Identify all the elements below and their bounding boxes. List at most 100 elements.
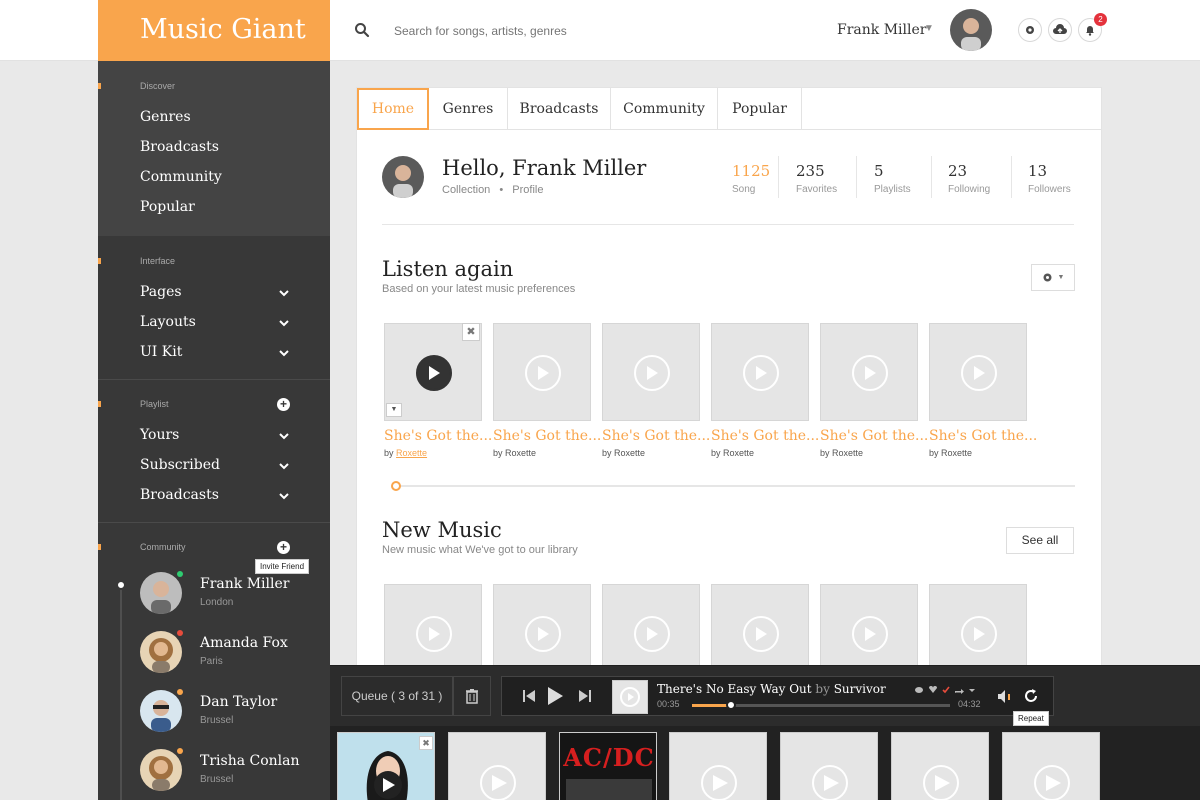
avatar[interactable]	[382, 156, 424, 198]
sidebar-item-popular[interactable]: Popular	[140, 199, 195, 215]
artist-link[interactable]: Roxette	[396, 448, 427, 458]
sidebar-item-community[interactable]: Community	[140, 169, 222, 185]
friend-item[interactable]: Amanda Fox Paris	[140, 630, 320, 681]
carousel-scrollbar[interactable]	[393, 485, 1075, 487]
sidebar-item-yours[interactable]: Yours	[140, 427, 179, 443]
sidebar-item-genres[interactable]: Genres	[140, 109, 191, 125]
chevron-down-icon[interactable]	[278, 462, 290, 470]
artist-link[interactable]: Roxette	[505, 448, 536, 458]
album-tile[interactable]	[820, 323, 918, 421]
album-tile[interactable]	[493, 323, 591, 421]
sidebar-item-broadcasts-playlist[interactable]: Broadcasts	[140, 487, 219, 503]
queue-button[interactable]: Queue ( 3 of 31 )	[341, 676, 453, 716]
sidebar-item-broadcasts[interactable]: Broadcasts	[140, 139, 219, 155]
play-icon[interactable]	[525, 355, 561, 391]
cloud-upload-icon[interactable]	[1048, 18, 1072, 42]
album-tile[interactable]	[929, 323, 1027, 421]
stat-playlists[interactable]: 5 Playlists	[874, 162, 911, 202]
tab-community[interactable]: Community	[611, 88, 718, 130]
queue-tile[interactable]	[448, 732, 546, 800]
settings-dropdown-button[interactable]: ▼	[1031, 264, 1075, 291]
sidebar-item-layouts[interactable]: Layouts	[140, 314, 196, 330]
user-name[interactable]: Frank Miller	[837, 22, 926, 38]
sidebar-item-pages[interactable]: Pages	[140, 284, 182, 300]
play-icon[interactable]	[852, 355, 888, 391]
now-playing-art[interactable]	[612, 680, 648, 714]
heart-icon[interactable]	[929, 686, 937, 693]
play-icon[interactable]	[416, 616, 452, 652]
chevron-down-icon[interactable]: ▼	[924, 23, 934, 34]
artist-link[interactable]: Roxette	[832, 448, 863, 458]
track-title[interactable]: She's Got the...	[493, 428, 601, 444]
track-name[interactable]: There's No Easy Way Out	[657, 682, 812, 696]
friend-item[interactable]: Frank Miller London	[140, 571, 320, 622]
chevron-down-icon[interactable]	[278, 289, 290, 297]
previous-icon[interactable]	[522, 688, 536, 704]
artist-name[interactable]: Survivor	[834, 682, 886, 696]
play-icon[interactable]	[416, 355, 452, 391]
sidebar-item-subscribed[interactable]: Subscribed	[140, 457, 220, 473]
friend-item[interactable]: Dan Taylor Brussel	[140, 689, 320, 740]
play-icon[interactable]	[743, 355, 779, 391]
close-icon[interactable]: ✖	[462, 323, 480, 341]
tab-genres[interactable]: Genres	[429, 88, 508, 130]
album-tile[interactable]	[602, 323, 700, 421]
share-icon[interactable]	[955, 689, 964, 694]
tab-home[interactable]: Home	[357, 88, 429, 130]
queue-tile[interactable]	[780, 732, 878, 800]
check-icon[interactable]	[942, 686, 950, 694]
gear-icon[interactable]	[1018, 18, 1042, 42]
sidebar-item-ui-kit[interactable]: UI Kit	[140, 344, 182, 360]
see-all-button[interactable]: See all	[1006, 527, 1074, 554]
play-icon[interactable]	[634, 355, 670, 391]
play-icon[interactable]	[961, 355, 997, 391]
stat-followers[interactable]: 13 Followers	[1028, 162, 1071, 202]
stat-following[interactable]: 23 Following	[948, 162, 990, 202]
chevron-down-icon[interactable]	[969, 689, 975, 692]
track-title[interactable]: She's Got the...	[820, 428, 928, 444]
chevron-down-icon[interactable]	[278, 492, 290, 500]
add-playlist-icon[interactable]: +	[277, 398, 290, 411]
artist-link[interactable]: Roxette	[723, 448, 754, 458]
profile-link[interactable]: Profile	[512, 184, 543, 196]
comment-icon[interactable]	[915, 687, 923, 693]
next-icon[interactable]	[578, 688, 592, 704]
search-input[interactable]	[384, 18, 744, 44]
scrollbar-thumb[interactable]	[391, 481, 401, 491]
avatar[interactable]	[950, 9, 992, 51]
play-icon[interactable]	[525, 616, 561, 652]
tab-popular[interactable]: Popular	[718, 88, 802, 130]
artist-link[interactable]: Roxette	[941, 448, 972, 458]
trash-icon[interactable]	[453, 676, 491, 716]
repeat-icon[interactable]	[1023, 688, 1039, 704]
play-icon[interactable]	[634, 616, 670, 652]
volume-icon[interactable]	[997, 689, 1013, 704]
queue-tile[interactable]	[669, 732, 767, 800]
play-icon[interactable]	[852, 616, 888, 652]
tab-broadcasts[interactable]: Broadcasts	[508, 88, 611, 130]
track-title[interactable]: She's Got the...	[711, 428, 819, 444]
friend-item[interactable]: Trisha Conlan Brussel	[140, 748, 320, 799]
play-icon[interactable]	[546, 686, 564, 706]
track-title[interactable]: She's Got the...	[602, 428, 710, 444]
play-icon[interactable]	[961, 616, 997, 652]
progress-handle[interactable]	[726, 700, 736, 710]
chevron-down-icon[interactable]	[278, 349, 290, 357]
queue-tile[interactable]: ✖	[337, 732, 435, 800]
album-tile[interactable]	[711, 323, 809, 421]
queue-tile[interactable]	[1002, 732, 1100, 800]
invite-friend-icon[interactable]: +	[277, 541, 290, 554]
queue-tile[interactable]	[891, 732, 989, 800]
track-title[interactable]: She's Got the...	[929, 428, 1037, 444]
collection-link[interactable]: Collection	[442, 184, 490, 196]
chevron-down-icon[interactable]: ▼	[386, 403, 402, 417]
track-title[interactable]: She's Got the...	[384, 428, 492, 444]
stat-songs[interactable]: 1125 Song	[732, 162, 770, 202]
play-icon[interactable]	[743, 616, 779, 652]
artist-link[interactable]: Roxette	[614, 448, 645, 458]
queue-tile-album-art[interactable]: AC/DC	[559, 732, 657, 800]
chevron-down-icon[interactable]	[278, 432, 290, 440]
chevron-down-icon[interactable]	[278, 319, 290, 327]
search-icon[interactable]	[354, 22, 370, 38]
close-icon[interactable]: ✖	[419, 736, 433, 750]
